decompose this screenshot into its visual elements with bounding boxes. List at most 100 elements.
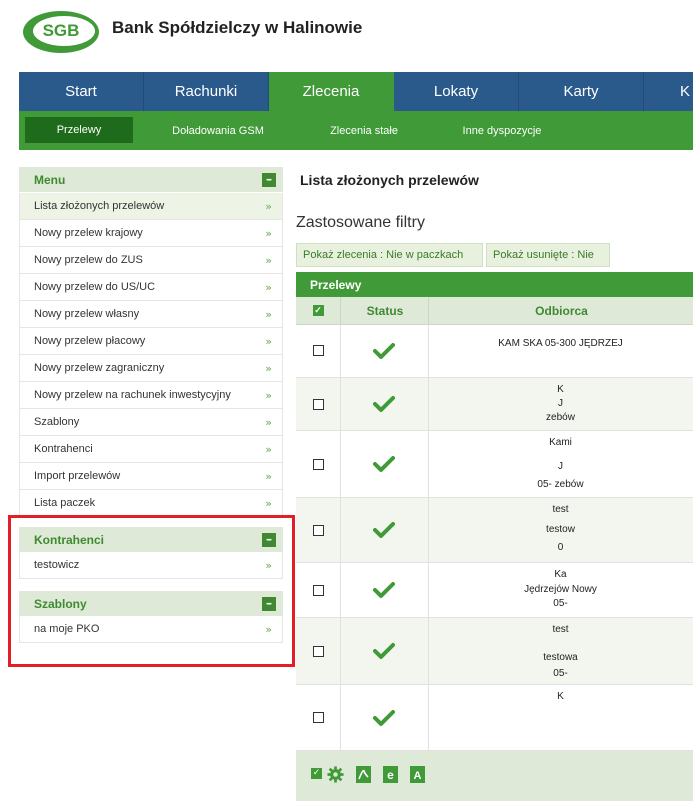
recipient-line: Ka [554, 569, 567, 580]
table-header: ✓ Status Odbiorca [296, 297, 693, 325]
pdf-export-icon[interactable] [355, 765, 372, 784]
table-row[interactable]: K [296, 685, 693, 751]
double-chevron-icon: » [265, 307, 272, 321]
double-chevron-icon: » [265, 226, 272, 240]
row-checkbox[interactable] [312, 645, 324, 657]
recipient-line: K [557, 384, 564, 395]
subtab-doladowania-gsm[interactable]: Doładowania GSM [159, 111, 277, 150]
subtab-inne-dyspozycje[interactable]: Inne dyspozycje [457, 111, 547, 150]
sidebar-item-przelew-krajowy[interactable]: Nowy przelew krajowy » [19, 220, 283, 247]
tab-k[interactable]: K [644, 72, 693, 111]
sidebar-item-przelew-inwestycyjny[interactable]: Nowy przelew na rachunek inwestycyjny » [19, 382, 283, 409]
sidebar-item-szablony[interactable]: Szablony » [19, 409, 283, 436]
page-title: Lista złożonych przelewów [300, 172, 479, 188]
gear-icon[interactable] [327, 765, 344, 784]
sidebar-item-label: Kontrahenci [34, 443, 93, 455]
tab-zlecenia[interactable]: Zlecenia [269, 72, 394, 111]
status-check-icon [373, 582, 395, 598]
recipient-line: J [558, 461, 563, 472]
recipient-line: 05- [553, 598, 568, 609]
recipient-line: testowa [543, 652, 578, 663]
table-row[interactable]: KAM SKA 05-300 JĘDRZEJ [296, 324, 693, 378]
sidebar-item-lista-paczek[interactable]: Lista paczek » [19, 490, 283, 517]
sidebar-item-label: Nowy przelew zagraniczny [34, 362, 165, 374]
svg-text:A: A [414, 770, 422, 782]
table-row[interactable]: Kami J 05- zebów [296, 431, 693, 498]
sidebar-item-przelew-wlasny[interactable]: Nowy przelew własny » [19, 301, 283, 328]
tab-start[interactable]: Start [19, 72, 144, 111]
double-chevron-icon: » [265, 334, 272, 348]
subtab-zlecenia-stale[interactable]: Zlecenia stałe [319, 111, 409, 150]
tab-rachunki[interactable]: Rachunki [144, 72, 269, 111]
status-check-icon [373, 643, 395, 659]
sidebar-item-przelew-us-uc[interactable]: Nowy przelew do US/UC » [19, 274, 283, 301]
collapse-menu-icon[interactable]: – [262, 172, 276, 187]
row-checkbox[interactable] [312, 712, 324, 723]
sidebar-item-label: Import przelewów [34, 470, 121, 482]
sidebar-item-lista-przelewow[interactable]: Lista złożonych przelewów » [19, 193, 283, 220]
recipient-line: testow [546, 524, 575, 535]
table-row[interactable]: test testowa 05- [296, 618, 693, 685]
filter-chip-zlecenia[interactable]: Pokaż zlecenia : Nie w paczkach [296, 243, 483, 267]
select-all-cell: ✓ [296, 297, 340, 324]
double-chevron-icon: » [265, 361, 272, 375]
menu-header: Menu – [19, 167, 283, 192]
filters-title: Zastosowane filtry [296, 214, 425, 231]
bank-name: Bank Spółdzielczy w Halinowie [112, 18, 363, 37]
sidebar-item-przelew-zagraniczny[interactable]: Nowy przelew zagraniczny » [19, 355, 283, 382]
logo-text: SGB [42, 21, 80, 40]
sidebar-item-label: Nowy przelew do US/UC [34, 281, 156, 293]
row-checkbox[interactable] [312, 458, 324, 470]
sidebar-item-label: Lista złożonych przelewów [34, 200, 165, 212]
highlight-box [8, 515, 295, 667]
recipient-line: KAM SKA 05-300 JĘDRZEJ [498, 338, 623, 349]
status-check-icon [373, 456, 395, 472]
double-chevron-icon: » [265, 388, 272, 402]
recipient-line: 05- [553, 668, 568, 679]
sub-navigation: Przelewy Doładowania GSM Zlecenia stałe … [19, 111, 693, 150]
status-check-icon [373, 522, 395, 538]
table-row[interactable]: Ka Jędrzejów Nowy 05- [296, 563, 693, 618]
column-recipient[interactable]: Odbiorca [428, 297, 693, 324]
subtab-przelewy[interactable]: Przelewy [25, 117, 133, 143]
section-title: Przelewy [296, 272, 693, 297]
status-check-icon [373, 709, 395, 726]
row-checkbox[interactable] [312, 524, 324, 536]
double-chevron-icon: » [265, 253, 272, 267]
double-chevron-icon: » [265, 442, 272, 456]
sidebar-item-import-przelewow[interactable]: Import przelewów » [19, 463, 283, 490]
menu-title: Menu [34, 172, 66, 187]
row-checkbox[interactable] [312, 398, 324, 410]
sidebar-item-label: Nowy przelew płacowy [34, 335, 146, 347]
recipient-line: Jędrzejów Nowy [524, 584, 597, 595]
sidebar-item-label: Nowy przelew do ZUS [34, 254, 143, 266]
sidebar-item-przelew-zus[interactable]: Nowy przelew do ZUS » [19, 247, 283, 274]
table-row[interactable]: K J zebów [296, 378, 693, 431]
double-chevron-icon: » [265, 280, 272, 294]
recipient-line: test [552, 504, 569, 515]
recipient-line: K [557, 691, 564, 702]
recipient-line: 0 [557, 542, 564, 553]
select-all-checkbox[interactable]: ✓ [312, 305, 324, 316]
double-chevron-icon: » [265, 496, 272, 510]
text-export-icon[interactable]: A [409, 765, 426, 784]
double-chevron-icon: » [265, 415, 272, 429]
sgb-logo[interactable]: SGB [20, 6, 102, 56]
tab-lokaty[interactable]: Lokaty [394, 72, 519, 111]
sidebar-item-label: Nowy przelew krajowy [34, 227, 143, 239]
excel-export-icon[interactable]: e [382, 765, 399, 784]
double-chevron-icon: » [265, 469, 272, 483]
filter-chip-usuniete[interactable]: Pokaż usunięte : Nie [486, 243, 610, 267]
tab-karty[interactable]: Karty [519, 72, 644, 111]
recipient-line: Kami [549, 437, 572, 448]
row-checkbox[interactable] [312, 584, 324, 596]
row-checkbox[interactable] [312, 345, 324, 356]
sidebar-item-label: Nowy przelew własny [34, 308, 140, 320]
table-row[interactable]: test testow 0 [296, 498, 693, 563]
column-status[interactable]: Status [340, 297, 429, 324]
sidebar-item-przelew-placowy[interactable]: Nowy przelew płacowy » [19, 328, 283, 355]
recipient-line: J [558, 398, 563, 409]
footer-select-all-checkbox[interactable]: ✓ [311, 768, 322, 779]
recipient-line: 05- zebów [537, 479, 584, 490]
sidebar-item-kontrahenci[interactable]: Kontrahenci » [19, 436, 283, 463]
